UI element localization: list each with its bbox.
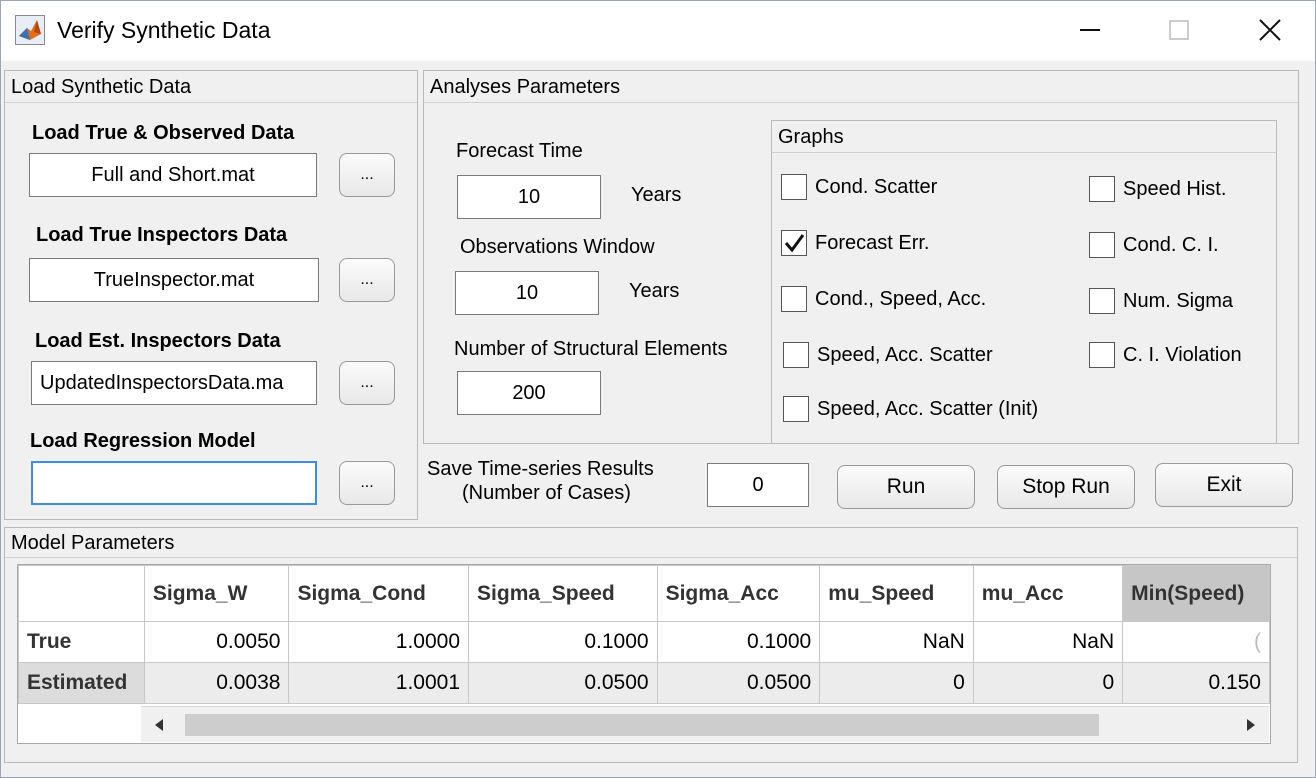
table-cell[interactable]: 0.1000 xyxy=(656,621,821,663)
scroll-left-arrow-icon[interactable] xyxy=(153,718,165,732)
save-results-input[interactable]: 0 xyxy=(707,463,809,507)
est-inspectors-browse-button[interactable]: ... xyxy=(339,361,395,405)
table-cell[interactable]: 0.150 xyxy=(1122,662,1270,704)
run-button[interactable]: Run xyxy=(837,465,975,509)
panel-title: Model Parameters xyxy=(5,528,1297,558)
true-inspectors-browse-button[interactable]: ... xyxy=(339,258,395,302)
speed-acc-scatter-label: Speed, Acc. Scatter xyxy=(817,344,993,366)
regression-model-field[interactable] xyxy=(31,461,317,505)
speed-hist-label: Speed Hist. xyxy=(1123,178,1227,200)
save-results-label-line2: (Number of Cases) xyxy=(462,482,631,504)
scrollbar-thumb[interactable] xyxy=(185,714,1099,736)
close-icon xyxy=(1259,19,1281,41)
table-cell[interactable]: 0.0038 xyxy=(143,662,290,704)
true-observed-label: Load True & Observed Data xyxy=(32,122,295,144)
minimize-icon xyxy=(1080,29,1100,31)
save-results-label-line1: Save Time-series Results xyxy=(427,458,654,480)
forecast-time-input[interactable]: 10 xyxy=(457,175,601,219)
column-header[interactable]: mu_Acc xyxy=(972,565,1124,622)
est-inspectors-field[interactable]: UpdatedInspectorsData.ma xyxy=(31,361,317,405)
graphs-panel: Graphs xyxy=(771,120,1277,444)
horizontal-scrollbar[interactable] xyxy=(141,706,1269,742)
scroll-right-arrow-icon[interactable] xyxy=(1245,718,1257,732)
minimize-button[interactable] xyxy=(1067,7,1113,53)
true-observed-field[interactable]: Full and Short.mat xyxy=(29,153,317,197)
maximize-icon xyxy=(1169,20,1189,40)
parameters-grid: Sigma_W Sigma_Cond Sigma_Speed Sigma_Acc… xyxy=(18,565,1270,704)
table-cell[interactable]: 0.0500 xyxy=(656,662,821,704)
observations-window-input[interactable]: 10 xyxy=(455,271,599,315)
est-inspectors-label: Load Est. Inspectors Data xyxy=(35,330,281,352)
true-inspectors-field[interactable]: TrueInspector.mat xyxy=(29,258,319,302)
structural-elements-label: Number of Structural Elements xyxy=(454,338,728,360)
maximize-button[interactable] xyxy=(1156,7,1202,53)
table-corner xyxy=(18,565,145,622)
table-cell[interactable]: 0 xyxy=(819,662,974,704)
table-cell[interactable]: 0.1000 xyxy=(468,621,658,663)
row-header[interactable]: Estimated xyxy=(18,662,145,704)
exit-button[interactable]: Exit xyxy=(1155,463,1293,507)
speed-acc-scatter-init-label: Speed, Acc. Scatter (Init) xyxy=(817,398,1039,420)
forecast-time-label: Forecast Time xyxy=(456,140,583,162)
window-title: Verify Synthetic Data xyxy=(57,17,271,43)
speed-acc-scatter-init-checkbox[interactable] xyxy=(783,396,809,422)
true-observed-browse-button[interactable]: ... xyxy=(339,153,395,197)
title-bar: Verify Synthetic Data xyxy=(1,1,1315,61)
true-inspectors-label: Load True Inspectors Data xyxy=(36,224,288,246)
speed-acc-scatter-checkbox[interactable] xyxy=(783,342,809,368)
cond-ci-label: Cond. C. I. xyxy=(1123,234,1219,256)
observations-window-label: Observations Window xyxy=(460,236,655,258)
column-header[interactable]: mu_Speed xyxy=(819,565,974,622)
table-cell[interactable]: 0.0500 xyxy=(468,662,658,704)
regression-model-label: Load Regression Model xyxy=(30,430,256,452)
regression-model-browse-button[interactable]: ... xyxy=(339,461,395,505)
cond-speed-acc-checkbox[interactable] xyxy=(781,286,807,312)
table-cell[interactable]: 1.0000 xyxy=(288,621,470,663)
num-sigma-checkbox[interactable] xyxy=(1089,288,1115,314)
main-window: Verify Synthetic Data Load Synthetic Dat… xyxy=(0,0,1316,778)
column-header[interactable]: Sigma_Cond xyxy=(288,565,470,622)
table-cell[interactable]: ( xyxy=(1122,621,1270,663)
cond-scatter-checkbox[interactable] xyxy=(781,174,807,200)
cond-scatter-label: Cond. Scatter xyxy=(815,176,938,198)
ci-violation-label: C. I. Violation xyxy=(1123,344,1242,366)
column-header[interactable]: Min(Speed) xyxy=(1122,565,1270,622)
forecast-err-checkbox[interactable] xyxy=(781,230,807,256)
column-header[interactable]: Sigma_Acc xyxy=(656,565,821,622)
stop-run-button[interactable]: Stop Run xyxy=(997,465,1135,509)
observations-window-unit: Years xyxy=(629,280,680,302)
column-header[interactable]: Sigma_Speed xyxy=(468,565,658,622)
table-cell[interactable]: NaN xyxy=(819,621,974,663)
forecast-time-unit: Years xyxy=(631,184,682,206)
table-cell[interactable]: 0.0050 xyxy=(143,621,290,663)
ci-violation-checkbox[interactable] xyxy=(1089,342,1115,368)
matlab-logo-icon xyxy=(15,15,45,45)
structural-elements-input[interactable]: 200 xyxy=(457,371,601,415)
close-button[interactable] xyxy=(1247,7,1293,53)
cond-ci-checkbox[interactable] xyxy=(1089,232,1115,258)
panel-title: Graphs xyxy=(772,121,1276,153)
panel-title: Analyses Parameters xyxy=(424,71,1298,103)
num-sigma-label: Num. Sigma xyxy=(1123,290,1234,312)
panel-title: Load Synthetic Data xyxy=(5,71,417,103)
cond-speed-acc-label: Cond., Speed, Acc. xyxy=(815,288,987,310)
row-header[interactable]: True xyxy=(18,621,145,663)
speed-hist-checkbox[interactable] xyxy=(1089,176,1115,202)
table-cell[interactable]: 1.0001 xyxy=(288,662,470,704)
table-cell[interactable]: 0 xyxy=(972,662,1124,704)
forecast-err-label: Forecast Err. xyxy=(815,232,930,254)
checkmark-icon xyxy=(784,234,805,253)
table-cell[interactable]: NaN xyxy=(972,621,1124,663)
column-header[interactable]: Sigma_W xyxy=(143,565,290,622)
